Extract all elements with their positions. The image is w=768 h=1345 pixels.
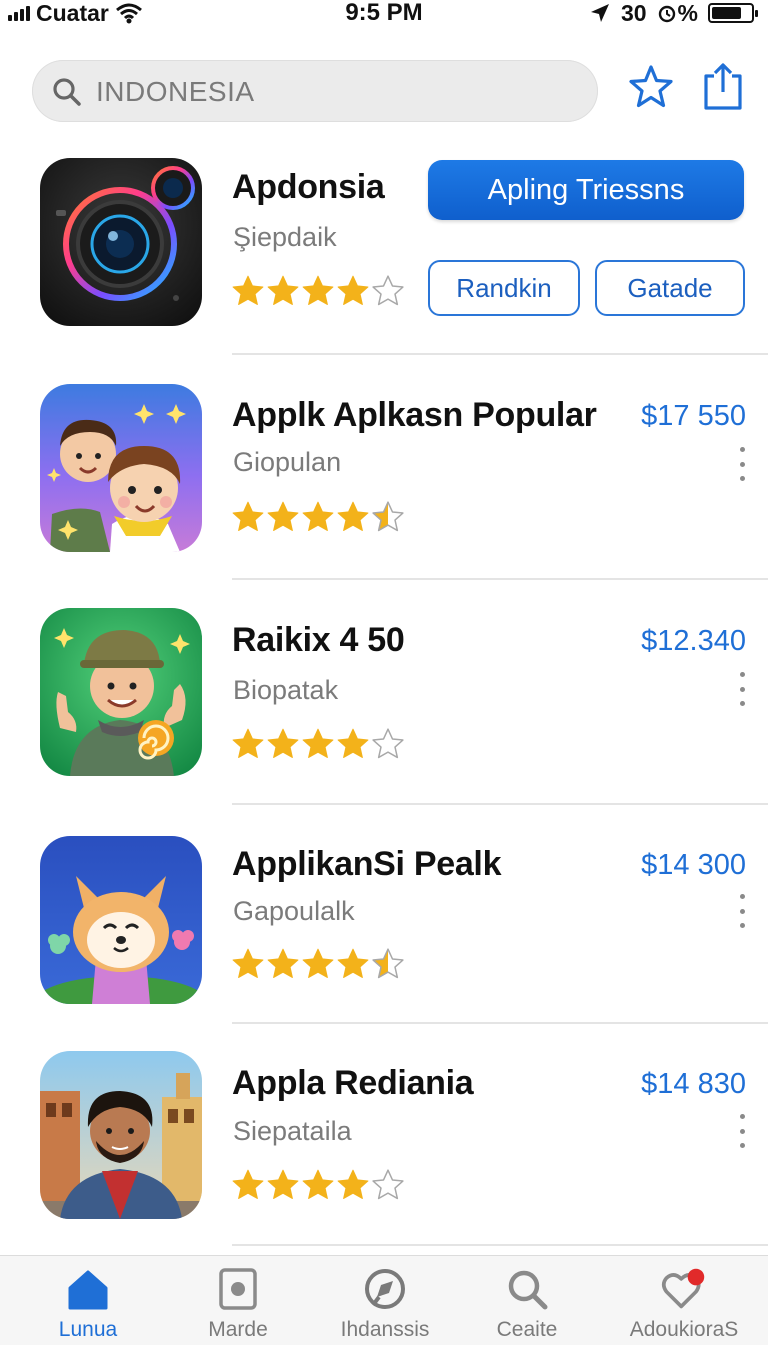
app-icon-camera[interactable] [40,158,202,326]
tab-adoukioras[interactable]: AdoukioraS [614,1256,754,1345]
tab-bar: Lunua Marde Ihdanssis Ceaite AdoukioraS [0,1255,768,1345]
tab-ihdanssis[interactable]: Ihdanssis [315,1256,455,1345]
man-portrait-icon [40,1051,202,1219]
favorite-button[interactable] [626,60,676,114]
star-filled-icon [302,728,334,758]
app-name: Raikix 4 50 [232,621,405,659]
app-icon-waving-man[interactable] [40,608,202,776]
more-options-icon[interactable] [738,447,746,481]
battery-percent: % [657,0,698,27]
camera-icon [40,158,202,326]
app-icon-friends[interactable] [40,384,202,552]
share-icon [704,63,742,110]
update-button[interactable]: Gatade [595,260,745,316]
more-options-icon[interactable] [738,1114,746,1148]
star-filled-icon [267,728,299,758]
divider [232,353,768,355]
app-subtitle: Gapoulalk [233,896,355,926]
tab-label: Ihdanssis [340,1318,430,1341]
star-filled-icon [302,275,334,305]
location-arrow-icon [590,4,609,22]
ranking-button[interactable]: Randkin [428,260,580,316]
rating-stars [231,947,405,979]
app-icon-fox[interactable] [40,836,202,1004]
search-bar[interactable] [32,60,598,122]
star-empty-icon [372,728,404,759]
star-filled-icon [337,948,369,978]
star-filled-icon [337,728,369,758]
divider [232,1022,768,1024]
app-subtitle: Biopatak [233,675,339,705]
tab-label: Ceaite [496,1318,558,1341]
rating-stars [231,274,405,306]
notification-badge [687,1268,705,1286]
compass-icon [362,1266,408,1312]
app-name: Applk Aplkasn Popular [232,396,597,434]
star-filled-icon [232,275,264,305]
star-filled-icon [337,1169,369,1199]
app-subtitle: Şiepdaik [233,222,337,252]
divider [232,803,768,805]
app-name: Apdonsia [232,168,385,206]
cartoon-friends-icon [40,384,202,552]
rating-stars [231,500,405,532]
star-filled-icon [232,1169,264,1199]
tab-marde[interactable]: Marde [168,1256,308,1345]
star-empty-icon [372,275,404,306]
star-filled-icon [232,501,264,531]
more-options-icon[interactable] [738,894,746,928]
share-button[interactable] [698,60,748,114]
star-filled-icon [302,501,334,531]
app-price[interactable]: $14 300 [641,849,746,882]
divider [232,578,768,580]
star-filled-icon [267,1169,299,1199]
star-filled-icon [337,275,369,305]
star-filled-icon [267,948,299,978]
status-bar: Cuatar 9:5 PM 30 % [0,0,768,30]
app-price[interactable]: $17 550 [641,400,746,433]
status-right: 30 % [589,0,758,27]
home-icon [65,1266,111,1312]
star-half-icon [372,501,404,532]
app-price[interactable]: $14 830 [641,1068,746,1101]
star-half-icon [372,948,404,979]
star-filled-icon [232,728,264,758]
star-filled-icon [337,501,369,531]
star-filled-icon [267,501,299,531]
heart-badge-icon [661,1266,707,1312]
more-options-icon[interactable] [738,672,746,706]
tab-label: AdoukioraS [629,1318,739,1341]
search-input[interactable] [94,70,578,114]
search-icon [504,1266,550,1312]
app-subtitle: Giopulan [233,447,342,477]
divider [232,1244,768,1246]
rating-stars [231,1168,405,1200]
rating-stars [231,727,405,759]
primary-action-button[interactable]: Apling Triessns [428,160,744,220]
alarm-icon [658,5,675,23]
star-filled-icon [302,948,334,978]
app-name: ApplikanSi Pealk [232,845,502,883]
photo-icon [215,1266,261,1312]
star-filled-icon [232,948,264,978]
waving-man-icon [40,608,202,776]
star-filled-icon [302,1169,334,1199]
cartoon-fox-icon [40,836,202,1004]
tab-ceaite[interactable]: Ceaite [457,1256,597,1345]
battery-percent-label: % [677,0,698,26]
battery-icon [708,3,758,23]
tab-home[interactable]: Lunua [18,1256,158,1345]
star-empty-icon [372,1169,404,1200]
star-filled-icon [267,275,299,305]
star-outline-icon [629,65,673,108]
app-subtitle: Siepataila [233,1116,352,1146]
app-icon-portrait[interactable] [40,1051,202,1219]
app-name: Appla Rediania [232,1064,474,1102]
tab-label: Lunua [58,1318,118,1341]
search-icon [53,78,81,106]
app-price[interactable]: $12.340 [641,625,746,658]
location-value: 30 [620,0,647,26]
battery-level [712,7,741,19]
tab-label: Marde [208,1318,268,1341]
